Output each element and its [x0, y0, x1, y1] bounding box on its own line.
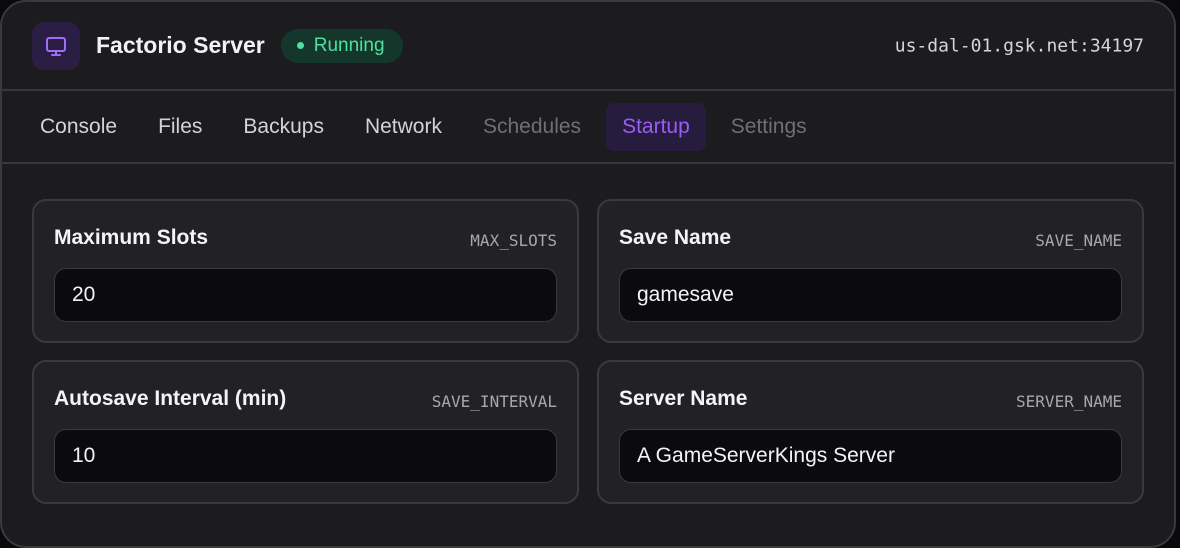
variable-label: Save Name [619, 226, 732, 249]
variable-card-save-interval: Autosave Interval (min) SAVE_INTERVAL [32, 360, 579, 504]
status-dot-icon [296, 42, 304, 49]
variable-key: SERVER_NAME [1016, 392, 1122, 411]
status-label: Running [313, 34, 385, 56]
variable-card-save-name: Save Name SAVE_NAME [597, 199, 1144, 343]
variable-key: SAVE_INTERVAL [431, 392, 557, 411]
server-panel: Factorio Server Running us-dal-01.gsk.ne… [0, 0, 1176, 548]
tab-network[interactable]: Network [349, 103, 458, 151]
tab-console[interactable]: Console [24, 103, 133, 151]
tab-settings[interactable]: Settings [715, 103, 823, 151]
variable-label: Maximum Slots [54, 226, 209, 249]
variable-card-max-slots: Maximum Slots MAX_SLOTS [32, 199, 579, 343]
save-interval-input[interactable] [54, 429, 557, 483]
status-badge: Running [280, 28, 403, 63]
server-address: us-dal-01.gsk.net:34197 [894, 35, 1144, 56]
save-name-input[interactable] [619, 268, 1122, 322]
max-slots-input[interactable] [54, 268, 557, 322]
startup-variables-grid: Maximum Slots MAX_SLOTS Save Name SAVE_N… [32, 199, 1144, 504]
variable-card-server-name: Server Name SERVER_NAME [597, 360, 1144, 504]
monitor-icon [32, 21, 80, 70]
variable-key: MAX_SLOTS [470, 231, 557, 250]
server-title: Factorio Server [96, 32, 265, 58]
tab-files[interactable]: Files [142, 103, 218, 151]
tab-schedules[interactable]: Schedules [467, 103, 597, 151]
tab-bar: Console Files Backups Network Schedules … [2, 91, 1174, 164]
tab-startup[interactable]: Startup [606, 102, 706, 151]
server-header: Factorio Server Running us-dal-01.gsk.ne… [2, 2, 1174, 91]
variable-label: Server Name [619, 387, 748, 410]
variable-key: SAVE_NAME [1035, 231, 1122, 250]
tab-backups[interactable]: Backups [227, 103, 340, 151]
server-name-input[interactable] [619, 429, 1122, 483]
variable-label: Autosave Interval (min) [54, 387, 287, 410]
